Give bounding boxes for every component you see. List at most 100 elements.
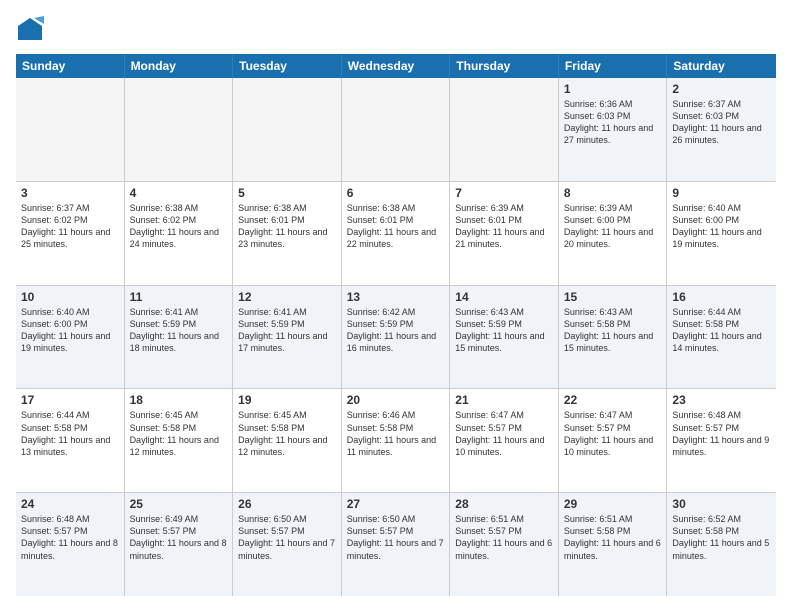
- header-day-saturday: Saturday: [667, 54, 776, 78]
- day-cell-25: 25 Sunrise: 6:49 AM Sunset: 5:57 PM Dayli…: [125, 493, 234, 596]
- day-info: Sunrise: 6:52 AM Sunset: 5:58 PM Dayligh…: [672, 513, 771, 562]
- day-info: Sunrise: 6:47 AM Sunset: 5:57 PM Dayligh…: [455, 409, 553, 458]
- day-cell-30: 30Sunrise: 6:52 AM Sunset: 5:58 PM Dayli…: [667, 493, 776, 596]
- day-number: 17: [21, 393, 119, 407]
- day-info: Sunrise: 6:51 AM Sunset: 5:58 PM Dayligh…: [564, 513, 662, 562]
- day-cell-28: 28 Sunrise: 6:51 AM Sunset: 5:57 PM Dayli…: [450, 493, 559, 596]
- header-day-friday: Friday: [559, 54, 668, 78]
- calendar-body: 1 Sunrise: 6:36 AM Sunset: 6:03 PM Daylig…: [16, 78, 776, 596]
- day-info: Sunrise: 6:46 AM Sunset: 5:58 PM Dayligh…: [347, 409, 445, 458]
- day-info: Sunrise: 6:36 AM Sunset: 6:03 PM Dayligh…: [564, 98, 662, 147]
- day-number: 25: [130, 497, 228, 511]
- day-info: Sunrise: 6:45 AM Sunset: 5:58 PM Dayligh…: [130, 409, 228, 458]
- empty-cell: [125, 78, 234, 181]
- day-cell-9: 9Sunrise: 6:40 AM Sunset: 6:00 PM Daylig…: [667, 182, 776, 285]
- day-info: Sunrise: 6:38 AM Sunset: 6:01 PM Dayligh…: [347, 202, 445, 251]
- day-info: Sunrise: 6:37 AM Sunset: 6:02 PM Dayligh…: [21, 202, 119, 251]
- day-info: Sunrise: 6:45 AM Sunset: 5:58 PM Dayligh…: [238, 409, 336, 458]
- day-info: Sunrise: 6:40 AM Sunset: 6:00 PM Dayligh…: [21, 306, 119, 355]
- day-number: 1: [564, 82, 662, 96]
- day-info: Sunrise: 6:43 AM Sunset: 5:59 PM Dayligh…: [455, 306, 553, 355]
- day-cell-16: 16 Sunrise: 6:44 AM Sunset: 5:58 PM Dayli…: [667, 286, 776, 389]
- empty-cell: [450, 78, 559, 181]
- day-info: Sunrise: 6:44 AM Sunset: 5:58 PM Dayligh…: [672, 306, 771, 355]
- day-cell-11: 11 Sunrise: 6:41 AM Sunset: 5:59 PM Dayli…: [125, 286, 234, 389]
- header-day-tuesday: Tuesday: [233, 54, 342, 78]
- day-cell-2: 2Sunrise: 6:37 AM Sunset: 6:03 PM Daylig…: [667, 78, 776, 181]
- day-number: 14: [455, 290, 553, 304]
- day-number: 4: [130, 186, 228, 200]
- day-info: Sunrise: 6:50 AM Sunset: 5:57 PM Dayligh…: [347, 513, 445, 562]
- day-number: 23: [672, 393, 771, 407]
- day-number: 8: [564, 186, 662, 200]
- calendar-row-1: 3 Sunrise: 6:37 AM Sunset: 6:02 PM Daylig…: [16, 182, 776, 286]
- calendar-header: SundayMondayTuesdayWednesdayThursdayFrid…: [16, 54, 776, 78]
- day-number: 22: [564, 393, 662, 407]
- day-cell-24: 24Sunrise: 6:48 AM Sunset: 5:57 PM Dayli…: [16, 493, 125, 596]
- day-number: 10: [21, 290, 119, 304]
- day-info: Sunrise: 6:37 AM Sunset: 6:03 PM Dayligh…: [672, 98, 771, 147]
- day-info: Sunrise: 6:48 AM Sunset: 5:57 PM Dayligh…: [21, 513, 119, 562]
- header-day-wednesday: Wednesday: [342, 54, 451, 78]
- day-info: Sunrise: 6:39 AM Sunset: 6:01 PM Dayligh…: [455, 202, 553, 251]
- empty-cell: [342, 78, 451, 181]
- day-cell-21: 21 Sunrise: 6:47 AM Sunset: 5:57 PM Dayli…: [450, 389, 559, 492]
- day-info: Sunrise: 6:44 AM Sunset: 5:58 PM Dayligh…: [21, 409, 119, 458]
- day-number: 20: [347, 393, 445, 407]
- day-number: 16: [672, 290, 771, 304]
- day-cell-23: 23 Sunrise: 6:48 AM Sunset: 5:57 PM Dayli…: [667, 389, 776, 492]
- day-number: 21: [455, 393, 553, 407]
- day-number: 13: [347, 290, 445, 304]
- day-cell-8: 8 Sunrise: 6:39 AM Sunset: 6:00 PM Daylig…: [559, 182, 668, 285]
- day-number: 15: [564, 290, 662, 304]
- day-number: 6: [347, 186, 445, 200]
- day-number: 19: [238, 393, 336, 407]
- day-number: 7: [455, 186, 553, 200]
- day-number: 26: [238, 497, 336, 511]
- day-cell-1: 1 Sunrise: 6:36 AM Sunset: 6:03 PM Daylig…: [559, 78, 668, 181]
- day-number: 3: [21, 186, 119, 200]
- day-cell-13: 13 Sunrise: 6:42 AM Sunset: 5:59 PM Dayli…: [342, 286, 451, 389]
- day-info: Sunrise: 6:51 AM Sunset: 5:57 PM Dayligh…: [455, 513, 553, 562]
- day-info: Sunrise: 6:49 AM Sunset: 5:57 PM Dayligh…: [130, 513, 228, 562]
- day-number: 11: [130, 290, 228, 304]
- day-info: Sunrise: 6:48 AM Sunset: 5:57 PM Dayligh…: [672, 409, 771, 458]
- day-cell-19: 19 Sunrise: 6:45 AM Sunset: 5:58 PM Dayli…: [233, 389, 342, 492]
- day-info: Sunrise: 6:50 AM Sunset: 5:57 PM Dayligh…: [238, 513, 336, 562]
- day-info: Sunrise: 6:39 AM Sunset: 6:00 PM Dayligh…: [564, 202, 662, 251]
- day-cell-15: 15 Sunrise: 6:43 AM Sunset: 5:58 PM Dayli…: [559, 286, 668, 389]
- day-number: 12: [238, 290, 336, 304]
- day-number: 29: [564, 497, 662, 511]
- day-cell-5: 5Sunrise: 6:38 AM Sunset: 6:01 PM Daylig…: [233, 182, 342, 285]
- day-number: 18: [130, 393, 228, 407]
- day-info: Sunrise: 6:41 AM Sunset: 5:59 PM Dayligh…: [130, 306, 228, 355]
- day-info: Sunrise: 6:41 AM Sunset: 5:59 PM Dayligh…: [238, 306, 336, 355]
- day-info: Sunrise: 6:38 AM Sunset: 6:02 PM Dayligh…: [130, 202, 228, 251]
- day-number: 5: [238, 186, 336, 200]
- calendar: SundayMondayTuesdayWednesdayThursdayFrid…: [16, 54, 776, 596]
- day-cell-18: 18 Sunrise: 6:45 AM Sunset: 5:58 PM Dayli…: [125, 389, 234, 492]
- logo-icon: [16, 16, 44, 44]
- empty-cell: [233, 78, 342, 181]
- day-cell-27: 27 Sunrise: 6:50 AM Sunset: 5:57 PM Dayli…: [342, 493, 451, 596]
- day-info: Sunrise: 6:43 AM Sunset: 5:58 PM Dayligh…: [564, 306, 662, 355]
- day-cell-3: 3 Sunrise: 6:37 AM Sunset: 6:02 PM Daylig…: [16, 182, 125, 285]
- day-cell-20: 20 Sunrise: 6:46 AM Sunset: 5:58 PM Dayli…: [342, 389, 451, 492]
- day-cell-14: 14 Sunrise: 6:43 AM Sunset: 5:59 PM Dayli…: [450, 286, 559, 389]
- header-day-sunday: Sunday: [16, 54, 125, 78]
- page-header: [16, 16, 776, 44]
- day-cell-22: 22Sunrise: 6:47 AM Sunset: 5:57 PM Dayli…: [559, 389, 668, 492]
- day-cell-4: 4 Sunrise: 6:38 AM Sunset: 6:02 PM Daylig…: [125, 182, 234, 285]
- day-number: 28: [455, 497, 553, 511]
- header-day-monday: Monday: [125, 54, 234, 78]
- header-day-thursday: Thursday: [450, 54, 559, 78]
- day-cell-6: 6 Sunrise: 6:38 AM Sunset: 6:01 PM Daylig…: [342, 182, 451, 285]
- day-cell-29: 29 Sunrise: 6:51 AM Sunset: 5:58 PM Dayli…: [559, 493, 668, 596]
- logo: [16, 16, 48, 44]
- empty-cell: [16, 78, 125, 181]
- day-number: 27: [347, 497, 445, 511]
- day-info: Sunrise: 6:42 AM Sunset: 5:59 PM Dayligh…: [347, 306, 445, 355]
- day-cell-12: 12 Sunrise: 6:41 AM Sunset: 5:59 PM Dayli…: [233, 286, 342, 389]
- calendar-row-0: 1 Sunrise: 6:36 AM Sunset: 6:03 PM Daylig…: [16, 78, 776, 182]
- calendar-row-4: 24Sunrise: 6:48 AM Sunset: 5:57 PM Dayli…: [16, 493, 776, 596]
